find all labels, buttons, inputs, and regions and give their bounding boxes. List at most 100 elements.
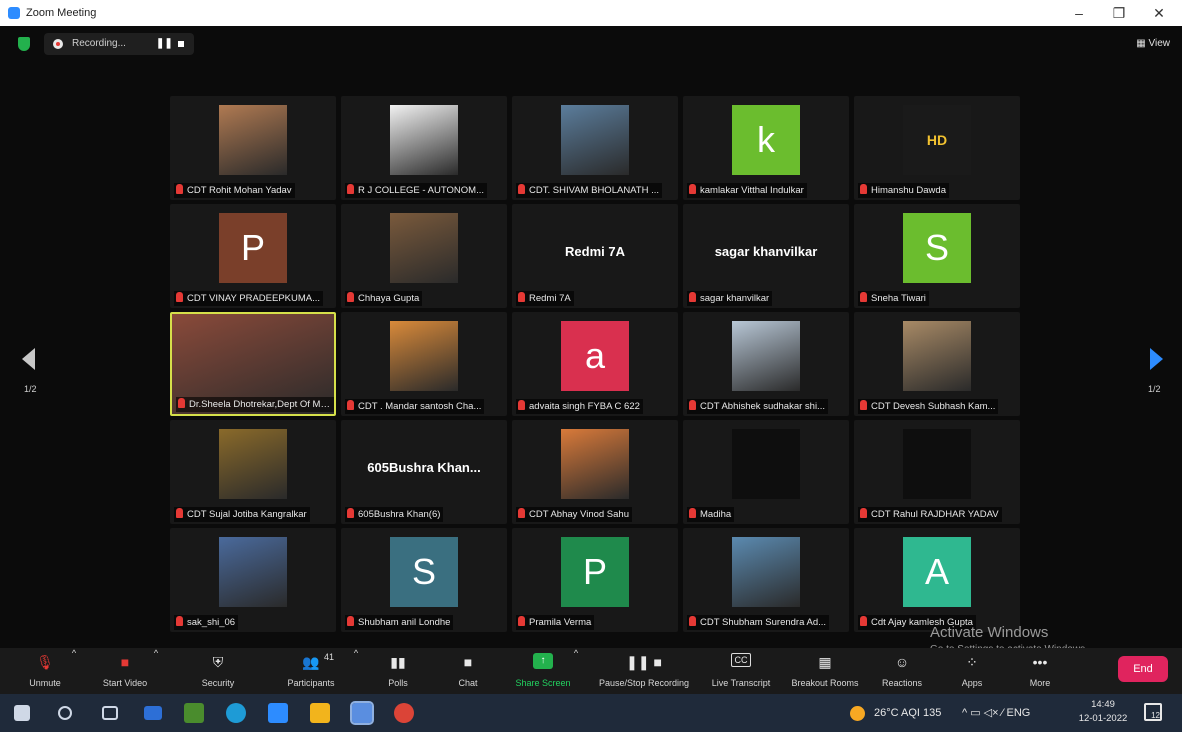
windows-start-icon[interactable] [14, 705, 30, 721]
participant-tile[interactable]: CDT Abhishek sudhakar shi... [683, 312, 849, 416]
participant-name-label: Dr.Sheela Dhotrekar,Dept Of Ma... [176, 397, 334, 412]
participant-tile[interactable]: P CDT VINAY PRADEEPKUMA... [170, 204, 336, 308]
participant-name-label: Pramila Verma [516, 615, 595, 630]
chat-button[interactable]: ■ Chat [448, 648, 488, 694]
gallery-grid: CDT Rohit Mohan Yadav R J COLLEGE - AUTON… [170, 96, 1020, 636]
view-button[interactable]: ▦ View [1136, 38, 1170, 49]
participant-tile[interactable]: CDT Shubham Surendra Ad... [683, 528, 849, 632]
participant-tile[interactable]: HD Himanshu Dawda [854, 96, 1020, 200]
security-button[interactable]: ⛨ Security [192, 648, 244, 694]
polls-button[interactable]: ▮▮ Polls [378, 648, 418, 694]
pause-stop-recording-button[interactable]: ❚❚ ■ Pause/Stop Recording [592, 648, 696, 694]
participant-name: Redmi 7A [529, 293, 571, 304]
participant-tile[interactable]: 605Bushra Khan... 605Bushra Khan(6) [341, 420, 507, 524]
weather-status[interactable]: 26°C AQI 135 [874, 694, 941, 732]
participant-tile[interactable]: CDT Devesh Subhash Kam... [854, 312, 1020, 416]
security-shield-icon[interactable] [18, 37, 30, 51]
share-screen-button[interactable]: ↑ Share Screen [510, 648, 576, 694]
reactions-button[interactable]: ☺ Reactions [876, 648, 928, 694]
muted-mic-icon [860, 616, 867, 626]
participant-name: Pramila Verma [529, 617, 592, 628]
start-video-button[interactable]: ■ Start Video [94, 648, 156, 694]
share-options-chevron-icon[interactable]: ^ [572, 648, 580, 694]
participant-video-off [732, 429, 800, 499]
participant-tile[interactable]: sak_shi_06 [170, 528, 336, 632]
chat-icon: ■ [463, 654, 473, 670]
participant-tile[interactable]: S Shubham anil Londhe [341, 528, 507, 632]
participant-tile[interactable]: CDT Rahul RAJDHAR YADAV [854, 420, 1020, 524]
participant-tile[interactable]: P Pramila Verma [512, 528, 678, 632]
participant-tile[interactable]: R J COLLEGE - AUTONOM... [341, 96, 507, 200]
system-tray-icons[interactable]: ^ ▭ ◁× ⁄ ENG [962, 694, 1030, 732]
chrome-icon[interactable] [394, 703, 414, 723]
participant-tile[interactable]: CDT Rohit Mohan Yadav [170, 96, 336, 200]
sticky-notes-icon[interactable] [310, 703, 330, 723]
participant-tile[interactable]: Madiha [683, 420, 849, 524]
muted-mic-icon [347, 184, 354, 194]
participant-tile[interactable]: S Sneha Tiwari [854, 204, 1020, 308]
minimize-button[interactable]: – [1068, 4, 1090, 22]
participant-video-thumbnail [732, 537, 800, 607]
participant-tile[interactable]: CDT . Mandar santosh Cha... [341, 312, 507, 416]
muted-mic-icon [860, 400, 867, 410]
participant-tile[interactable]: CDT Sujal Jotiba Kangralkar [170, 420, 336, 524]
more-button[interactable]: ••• More [1020, 648, 1060, 694]
participant-video-thumbnail [390, 213, 458, 283]
stop-recording-icon[interactable] [178, 41, 184, 47]
participant-tile[interactable]: Chhaya Gupta [341, 204, 507, 308]
participant-name-label: CDT VINAY PRADEEPKUMA... [174, 291, 324, 306]
participant-tile[interactable]: CDT Abhay Vinod Sahu [512, 420, 678, 524]
participant-name-label: CDT . Mandar santosh Cha... [345, 399, 485, 414]
meeting-top-bar: Recording... ❚❚ ▦ View [0, 26, 1182, 62]
participant-tile[interactable]: CDT. SHIVAM BHOLANATH ... [512, 96, 678, 200]
participant-name: CDT. SHIVAM BHOLANATH ... [529, 185, 660, 196]
clock[interactable]: 14:49 12-01-2022 [1078, 698, 1128, 726]
unmute-button[interactable]: 🎙 Unmute [20, 648, 70, 694]
participant-tile[interactable]: Dr.Sheela Dhotrekar,Dept Of Ma... [170, 312, 336, 416]
participant-tile[interactable]: sagar khanvilkar sagar khanvilkar [683, 204, 849, 308]
participant-video-thumbnail [903, 321, 971, 391]
next-page-arrow-icon[interactable] [1150, 348, 1163, 370]
edge-browser-icon[interactable] [226, 703, 246, 723]
maximize-button[interactable]: ❐ [1108, 4, 1130, 22]
previous-page-arrow-icon[interactable] [22, 348, 35, 370]
participant-tile[interactable]: Redmi 7A Redmi 7A [512, 204, 678, 308]
close-button[interactable]: ✕ [1148, 4, 1170, 22]
file-explorer-icon[interactable] [144, 706, 162, 720]
participant-video-thumbnail [219, 105, 287, 175]
breakout-rooms-label: Breakout Rooms [791, 678, 859, 688]
mail-icon[interactable] [268, 703, 288, 723]
muted-mic-icon [347, 616, 354, 626]
apps-button[interactable]: ⁘ Apps [952, 648, 992, 694]
store-icon[interactable] [184, 703, 204, 723]
participant-tile[interactable]: A Cdt Ajay kamlesh Gupta [854, 528, 1020, 632]
participant-name: CDT VINAY PRADEEPKUMA... [187, 293, 321, 304]
breakout-rooms-button[interactable]: ▦ Breakout Rooms [786, 648, 864, 694]
participant-initial: P [561, 537, 629, 607]
audio-options-chevron-icon[interactable]: ^ [70, 648, 78, 694]
start-video-label: Start Video [102, 678, 148, 688]
participants-button[interactable]: 👥 41 Participants [280, 648, 342, 694]
security-shield-icon: ⛨ [212, 654, 224, 670]
live-transcript-button[interactable]: CC Live Transcript [706, 648, 776, 694]
participant-tile[interactable]: a advaita singh FYBA C 622 [512, 312, 678, 416]
muted-mic-icon [176, 508, 183, 518]
participant-name-label: Himanshu Dawda [858, 183, 949, 198]
zoom-taskbar-icon[interactable] [350, 701, 374, 725]
participant-tile[interactable]: k kamlakar Vitthal Indulkar [683, 96, 849, 200]
pause-stop-icon: ❚❚ ■ [626, 654, 662, 670]
notifications-icon[interactable]: 12 [1144, 703, 1162, 721]
video-off-icon: ■ [120, 654, 130, 670]
participants-chevron-icon[interactable]: ^ [352, 648, 360, 694]
video-options-chevron-icon[interactable]: ^ [152, 648, 160, 694]
recording-indicator: Recording... ❚❚ [44, 33, 194, 55]
participant-name: CDT Abhay Vinod Sahu [529, 509, 629, 520]
participant-video-thumbnail [219, 537, 287, 607]
task-view-icon[interactable] [102, 706, 118, 720]
pause-recording-icon[interactable]: ❚❚ [156, 38, 173, 49]
participant-name-label: CDT Abhishek sudhakar shi... [687, 399, 828, 414]
search-icon[interactable] [58, 706, 72, 720]
end-meeting-button[interactable]: End [1118, 656, 1168, 682]
participants-label: Participants [287, 678, 335, 688]
participant-name-label: Shubham anil Londhe [345, 615, 454, 630]
